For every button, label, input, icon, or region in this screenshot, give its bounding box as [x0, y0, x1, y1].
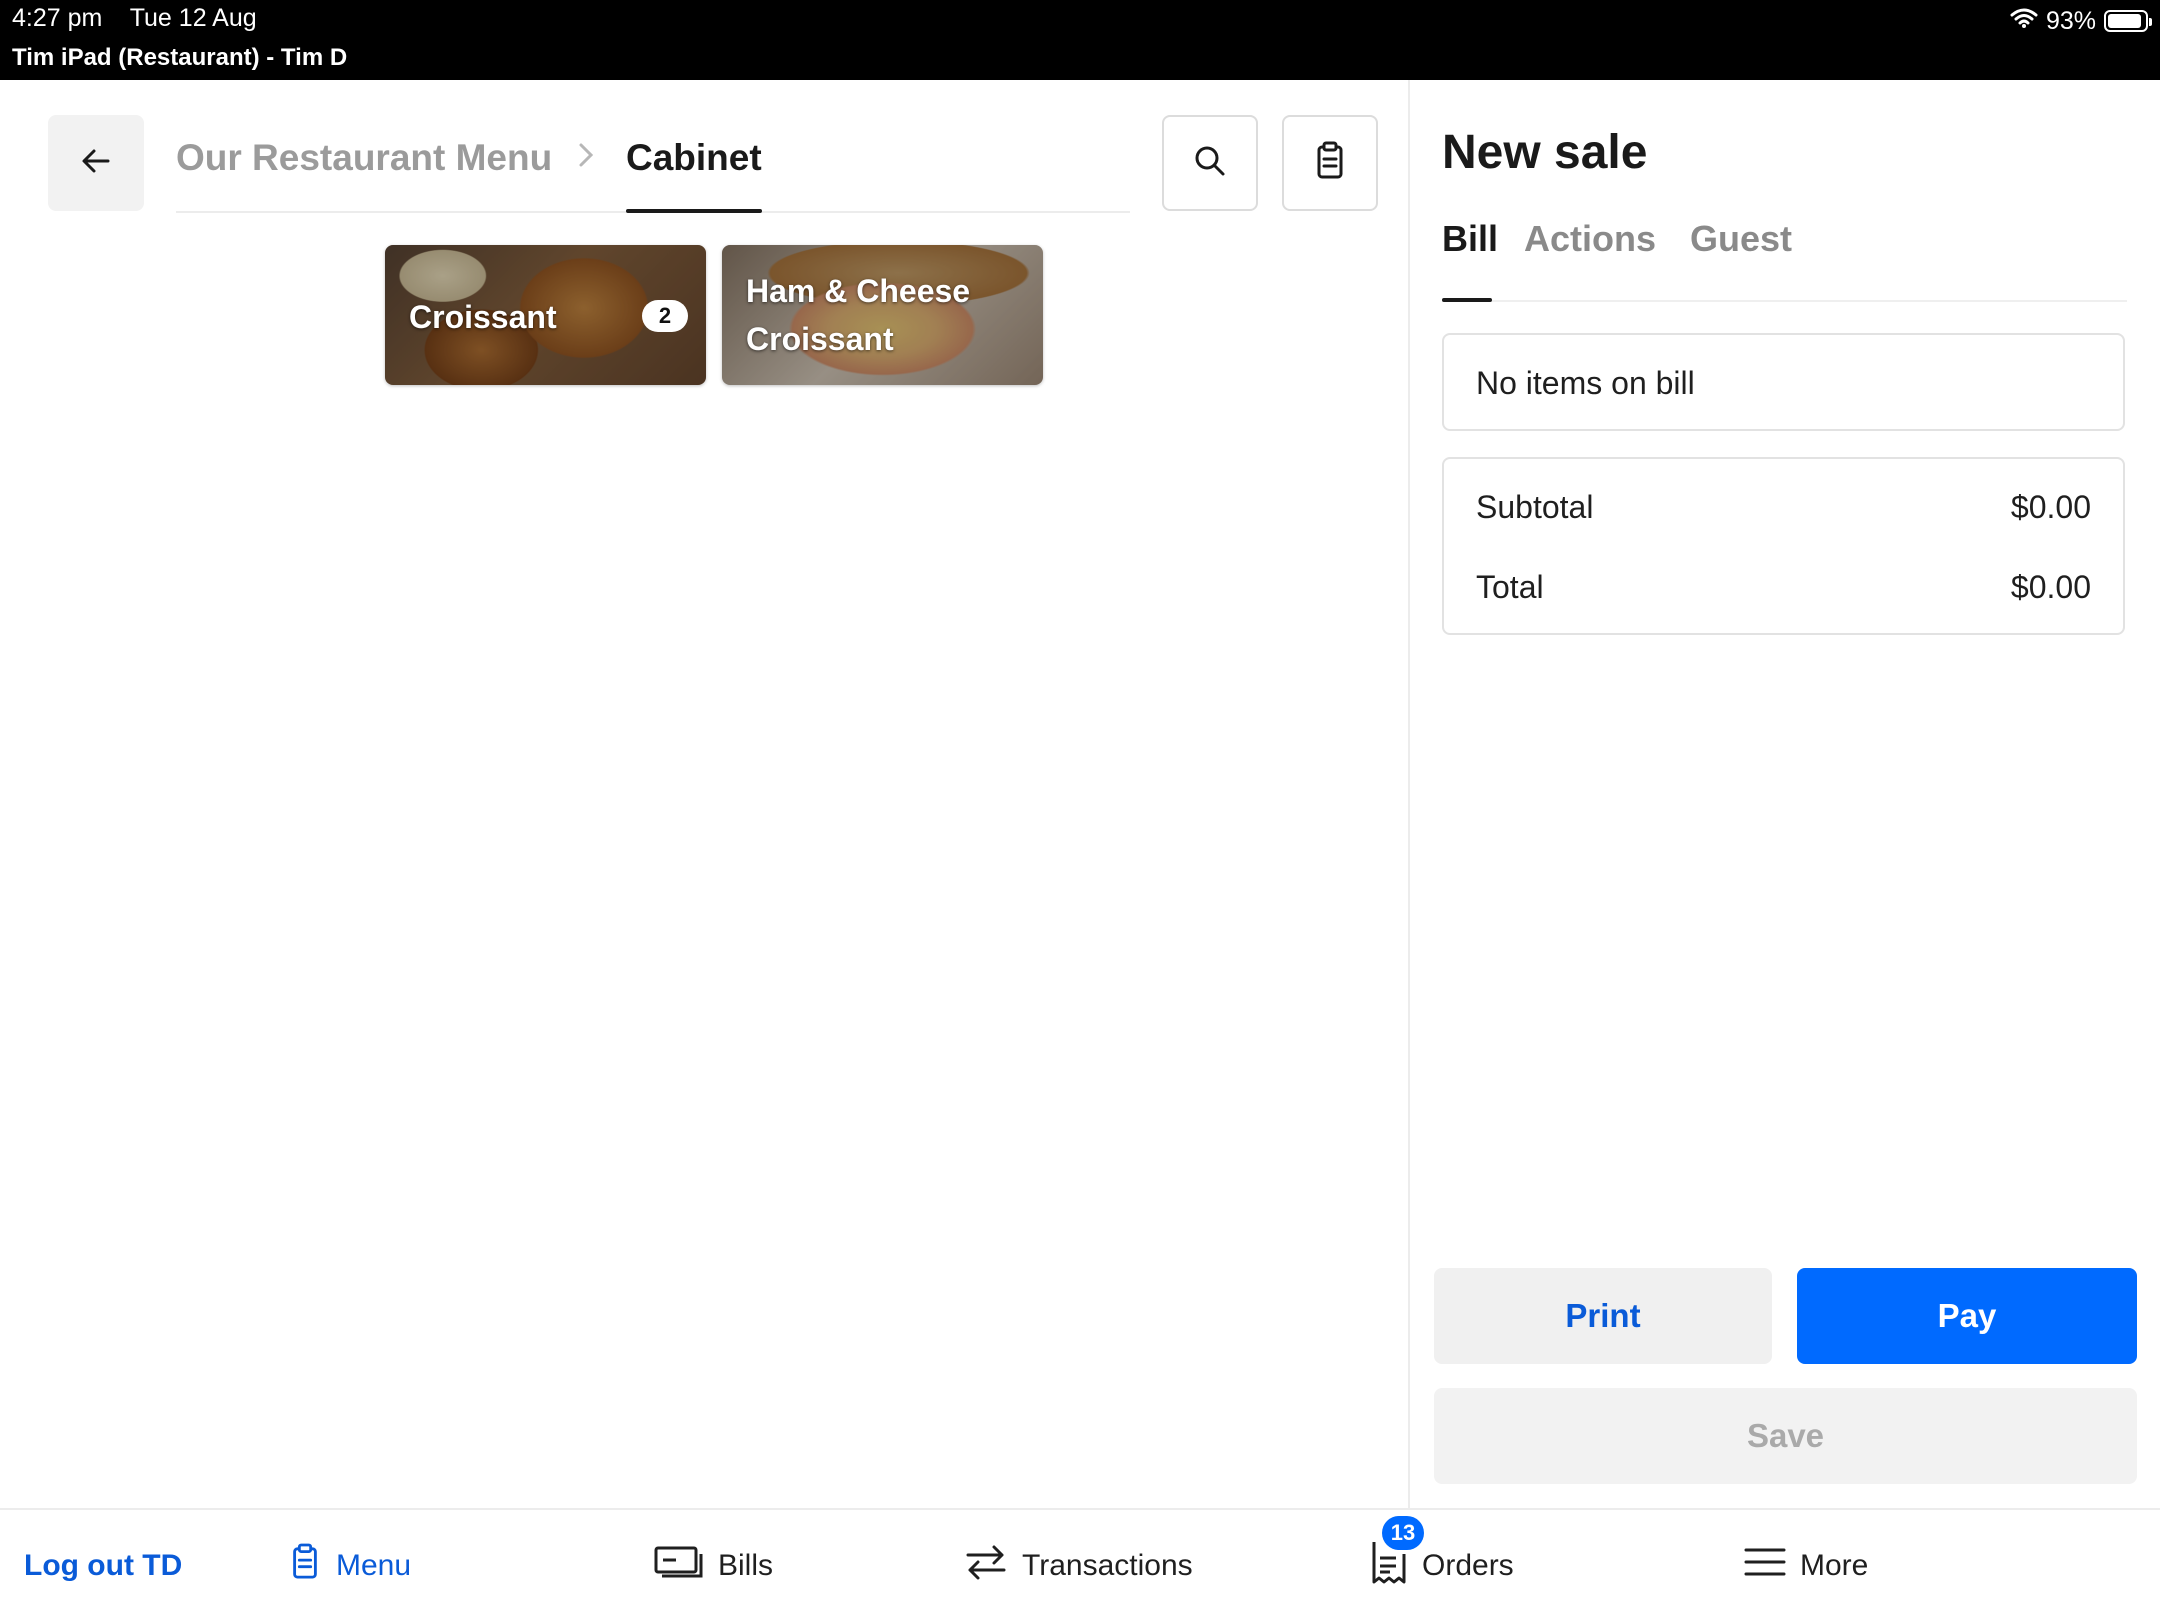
status-date: Tue 12 Aug [129, 4, 257, 32]
status-time: 4:27 pm [12, 4, 103, 32]
nav-transactions[interactable]: Transactions [964, 1510, 1193, 1622]
nav-bills-label: Bills [718, 1549, 774, 1582]
menu-item-croissant[interactable]: Croissant 2 [385, 245, 706, 385]
breadcrumb-current[interactable]: Cabinet [626, 137, 762, 179]
search-button[interactable] [1162, 115, 1258, 211]
bill-items-card: No items on bill [1442, 333, 2125, 431]
tab-guest[interactable]: Guest [1690, 218, 1792, 260]
menu-item-label-line1: Ham & Cheese [746, 273, 971, 309]
status-time-date: 4:27 pm Tue 12 Aug [12, 4, 257, 33]
page-title: New sale [1442, 126, 1648, 179]
total-row: Total $0.00 [1476, 569, 2091, 609]
total-label: Total [1476, 569, 1544, 605]
totals-card: Subtotal $0.00 Total $0.00 [1442, 457, 2125, 635]
logout-button[interactable]: Log out TD [24, 1510, 182, 1622]
status-bar: 4:27 pm Tue 12 Aug Tim iPad (Restaurant)… [0, 0, 2160, 80]
menu-pane: Our Restaurant Menu Cabinet Croissant 2 … [0, 80, 1408, 1508]
subtotal-value: $0.00 [2010, 489, 2091, 525]
nav-more[interactable]: More [1744, 1510, 1868, 1622]
sale-tabs: Bill Actions Guest [1442, 218, 2127, 302]
bills-icon [654, 1544, 704, 1588]
menu-clipboard-icon [288, 1542, 322, 1590]
orders-receipt-icon: 13 [1370, 1516, 1424, 1594]
status-indicators: 93% [2010, 4, 2152, 38]
nav-bills[interactable]: Bills [654, 1510, 773, 1622]
menu-item-count-badge: 2 [642, 300, 688, 332]
menu-item-label: Ham & Cheese Croissant [746, 267, 970, 363]
battery-icon [2104, 10, 2152, 32]
tab-active-indicator [1442, 298, 1492, 302]
pay-button[interactable]: Pay [1797, 1268, 2137, 1364]
nav-transactions-label: Transactions [1022, 1549, 1193, 1582]
transactions-icon [964, 1542, 1008, 1590]
breadcrumb-separator [576, 137, 596, 182]
device-name: Tim iPad (Restaurant) - Tim D [12, 44, 348, 71]
battery-percent: 93% [2045, 6, 2096, 35]
menu-item-ham-cheese-croissant[interactable]: Ham & Cheese Croissant [722, 245, 1043, 385]
breadcrumb: Our Restaurant Menu Cabinet [176, 125, 1130, 213]
subtotal-row: Subtotal $0.00 [1476, 489, 2091, 529]
tab-bill[interactable]: Bill [1442, 218, 1498, 260]
back-button[interactable] [48, 115, 144, 211]
subtotal-label: Subtotal [1476, 489, 1594, 525]
print-button[interactable]: Print [1434, 1268, 1772, 1364]
menu-item-label-line2: Croissant [746, 321, 894, 357]
order-clipboard-button[interactable] [1282, 115, 1378, 211]
wifi-icon [2010, 7, 2038, 36]
nav-menu-label: Menu [336, 1549, 412, 1582]
menu-item-grid: Croissant 2 Ham & Cheese Croissant [385, 245, 1043, 385]
tab-actions[interactable]: Actions [1524, 218, 1656, 260]
search-icon [1192, 143, 1228, 184]
back-arrow-icon [78, 143, 114, 184]
orders-count-badge: 13 [1382, 1516, 1424, 1550]
nav-more-label: More [1800, 1549, 1869, 1582]
hamburger-icon [1744, 1546, 1786, 1586]
total-value: $0.00 [2010, 569, 2091, 605]
save-button[interactable]: Save [1434, 1388, 2137, 1484]
logout-label: Log out TD [24, 1549, 183, 1582]
bottom-navigation: Log out TD Menu Bills Transactions 13 Or… [0, 1508, 2160, 1622]
nav-orders[interactable]: 13 Orders [1370, 1510, 1514, 1622]
breadcrumb-parent[interactable]: Our Restaurant Menu [176, 137, 552, 179]
breadcrumb-active-indicator [626, 209, 762, 213]
nav-orders-label: Orders [1422, 1549, 1514, 1582]
clipboard-icon [1312, 141, 1348, 186]
menu-item-label: Croissant [409, 299, 557, 335]
nav-menu[interactable]: Menu [288, 1510, 411, 1622]
empty-bill-message: No items on bill [1476, 365, 1695, 401]
sale-pane: New sale Bill Actions Guest No items on … [1410, 80, 2160, 1508]
